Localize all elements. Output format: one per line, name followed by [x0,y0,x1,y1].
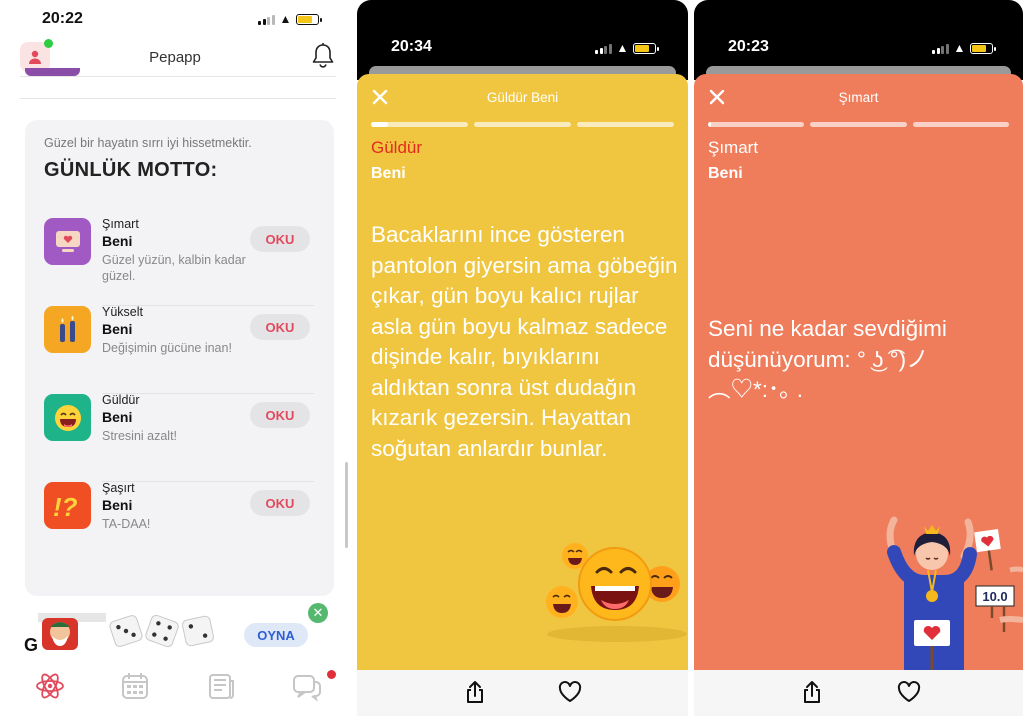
calendar-icon[interactable] [119,670,151,702]
atom-icon[interactable] [34,670,66,702]
motto-category: Şımart [102,217,139,231]
motto-description: Değişimin gücüne inan! [102,341,232,355]
story-category: Güldür [371,138,423,157]
read-button[interactable]: OKU [250,402,310,428]
progress-segment [810,122,907,127]
ad-partial-text: G [24,635,39,655]
progress-segment [371,122,468,127]
motto-name: Beni [102,321,133,337]
motto-name: Beni [102,409,133,425]
read-button[interactable]: OKU [250,314,310,340]
signal-icon [595,43,612,54]
motto-category: Şaşırt [102,481,135,495]
motto-name: Beni [102,233,133,249]
wifi-icon: ▲ [953,41,966,55]
play-button[interactable]: OYNA [244,623,308,647]
wifi-icon: ▲ [279,12,292,26]
status-time: 20:22 [42,10,83,27]
progress-segment [474,122,571,127]
laughing-emojis-icon [546,543,687,642]
motto-item-guldur[interactable]: Güldür Beni Stresini azalt! OKU [25,393,334,482]
news-icon[interactable] [205,670,237,702]
motto-item-simart[interactable]: Şımart Beni Güzel yüzün, kalbin kadar gü… [25,217,334,306]
battery-icon [296,13,323,25]
daily-motto-card: Güzel bir hayatın sırrı iyi hissetmektir… [25,120,334,596]
divider [20,98,336,99]
motto-title: GÜNLÜK MOTTO: [44,159,218,181]
story-sheet: Şımart Şımart Beni Seni ne kadar sevdiği… [694,74,1023,670]
motto-subtitle: Güzel bir hayatın sırrı iyi hissetmektir… [44,136,252,150]
progress-segment [912,122,1009,127]
status-icons: ▲ [595,41,660,55]
read-button[interactable]: OKU [250,490,310,516]
motto-name: Beni [102,497,133,513]
story-sheet: Güldür Beni Güldür Beni Bacaklarını ince… [357,74,688,670]
status-icons: ▲ [258,12,323,26]
motto-description: TA-DAA! [102,517,151,531]
story-title: Şımart [838,90,879,105]
home-screen: 20:22 ▲ Pepapp Güzel bir hayatın sırrı i… [0,0,350,716]
story-title: Güldür Beni [486,90,559,105]
candles-icon [44,306,91,353]
story-guldur: 20:34 ▲ Güldür Beni Güldür Beni Bacaklar… [357,0,688,716]
status-time: 20:23 [728,38,769,55]
motto-item-sasirt[interactable]: !? Şaşırt Beni TA-DAA! OKU [25,481,334,570]
notification-badge [327,670,336,679]
signal-icon [258,14,275,25]
chat-icon[interactable] [291,670,323,702]
svg-text:!?: !? [53,492,78,521]
motto-item-yukselt[interactable]: Yükselt Beni Değişimin gücüne inan! OKU [25,305,334,394]
battery-icon [970,42,997,54]
story-text: Seni ne kadar sevdiğimi düşünüyorum: ° ͜… [708,316,947,402]
wifi-icon: ▲ [616,41,629,55]
tab-bar [0,664,350,716]
share-icon[interactable] [464,680,486,704]
signal-icon [932,43,949,54]
online-status-dot [44,39,53,48]
progress-segment [577,122,674,127]
previous-card-edge [25,68,80,76]
scrollbar[interactable] [345,462,348,548]
motto-category: Güldür [102,393,140,407]
motto-category: Yükselt [102,305,143,319]
story-category: Şımart [708,138,759,157]
app-title: Pepapp [149,49,201,66]
story-progress [371,122,674,127]
story-text: Bacaklarını ince gösteren pantolon giyer… [371,222,678,461]
laughing-face-icon [44,394,91,441]
share-icon[interactable] [801,680,823,704]
heart-icon[interactable] [897,681,921,703]
heart-monitor-icon [44,218,91,265]
game-character-icon [42,618,78,650]
story-name: Beni [708,165,743,182]
story-progress [708,122,1009,127]
status-icons: ▲ [932,41,997,55]
cheering-woman-illustration: 10.0 [886,516,1023,670]
story-simart: 20:23 ▲ Şımart Şımart Beni Seni ne kadar… [694,0,1023,716]
heart-icon[interactable] [558,681,582,703]
dice-icon [109,614,214,648]
close-icon[interactable]: ✕ [308,603,328,623]
battery-icon [633,42,660,54]
score-sign-text: 10.0 [982,589,1007,604]
bell-icon[interactable] [310,42,336,70]
story-actions [694,670,1023,716]
status-time: 20:34 [391,38,432,55]
story-name: Beni [371,165,406,182]
motto-description: Güzel yüzün, kalbin kadar güzel. [102,253,246,283]
motto-description: Stresini azalt! [102,429,178,443]
story-actions [357,670,688,716]
exclamation-question-icon: !? [44,482,91,529]
divider [20,76,336,77]
ad-banner[interactable]: G OYNA ✕ [20,603,335,655]
progress-segment [708,122,805,127]
read-button[interactable]: OKU [250,226,310,252]
